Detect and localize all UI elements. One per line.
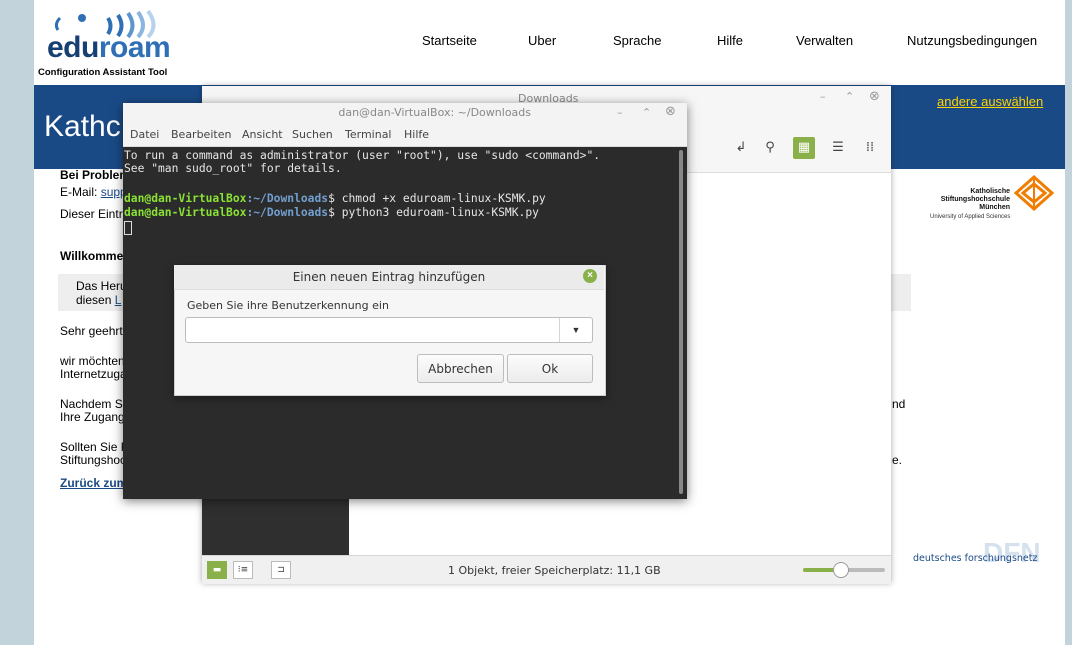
terminal-line-2: See "man sudo_root" for details. (124, 162, 342, 175)
prompt-user: dan@dan-VirtualBox (124, 206, 247, 219)
salutation: Sehr geehrt (60, 324, 123, 338)
email-row: E-Mail: supp (60, 186, 127, 199)
eduroam-logo[interactable]: eduroam (47, 31, 171, 65)
username-input[interactable] (188, 320, 562, 342)
cat-subtitle: Configuration Assistant Tool (38, 67, 168, 78)
email-label: E-Mail: (60, 185, 98, 199)
terminal-cursor (124, 221, 132, 235)
zoom-slider-handle[interactable] (832, 562, 849, 578)
para-2-line-2: Ihre Zugang (60, 410, 125, 424)
terminal-maximize-icon[interactable]: ⌃ (642, 106, 651, 119)
info-text: diesen (76, 293, 112, 307)
menu-bearbeiten[interactable]: Bearbeiten (171, 128, 231, 141)
username-combobox[interactable]: ▼ (185, 317, 593, 343)
terminal-command-1: dan@dan-VirtualBox:~/Downloads$ chmod +x… (124, 192, 546, 205)
ksh-logo: Katholische Stiftungshochschule München (930, 188, 1010, 212)
menu-terminal[interactable]: Terminal (345, 128, 392, 141)
tree-icon[interactable]: ⁝≡ (233, 561, 253, 579)
info-line-1: Das Heru (76, 279, 127, 293)
places-icon[interactable]: ▬ (207, 561, 227, 579)
prompt-path: ~/Downloads (253, 206, 329, 219)
nav-hilfe[interactable]: Hilfe (717, 33, 743, 48)
logo-roam: roam (98, 31, 171, 64)
terminal-title: dan@dan-VirtualBox: ~/Downloads (338, 106, 531, 119)
entry-text: Dieser Eintr (60, 207, 123, 221)
fm-maximize-icon[interactable]: ⌃ (845, 90, 854, 103)
info-line-2: diesen L (76, 294, 121, 307)
prompt-end: $ (328, 206, 342, 219)
back-link[interactable]: Zurück zum (60, 477, 127, 490)
fm-close-icon[interactable]: ⊗ (869, 89, 880, 104)
ksh-line-3: München (979, 204, 1010, 211)
nav-uber[interactable]: Uber (528, 33, 556, 48)
status-text: 1 Objekt, freier Speicherplatz: 11,1 GB (448, 564, 661, 577)
prompt-end: $ (328, 192, 342, 205)
info-link[interactable]: L (115, 293, 122, 307)
terminal-close-icon[interactable]: ⊗ (665, 104, 676, 119)
command-text: python3 eduroam-linux-KSMK.py (341, 206, 539, 219)
hide-sidebar-icon[interactable]: ⊐ (271, 561, 291, 579)
dropdown-arrow-icon[interactable]: ▼ (559, 318, 592, 342)
dialog-title: Einen neuen Eintrag hinzufügen (292, 270, 486, 284)
nav-sprache[interactable]: Sprache (613, 33, 661, 48)
ksh-subtitle: University of Applied Sciences (930, 214, 1011, 220)
icon-view-icon[interactable]: ▦ (793, 137, 815, 159)
nav-verwalten[interactable]: Verwalten (796, 33, 853, 48)
menu-hilfe[interactable]: Hilfe (404, 128, 429, 141)
menu-suchen[interactable]: Suchen (292, 128, 333, 141)
ksh-line-1: Katholische (970, 188, 1010, 195)
logo-edu: edu (47, 31, 99, 64)
fm-minimize-icon[interactable]: – (820, 90, 826, 103)
compact-view-icon[interactable]: ⁞⁞ (859, 137, 881, 159)
para-2-tail: nd (892, 397, 906, 411)
ksh-emblem-icon (1014, 175, 1054, 211)
nav-startseite[interactable]: Startseite (422, 33, 477, 48)
list-view-icon[interactable]: ☰ (827, 137, 849, 159)
username-label: Geben Sie ihre Benutzerkennung ein (187, 299, 389, 312)
prompt-path: ~/Downloads (253, 192, 329, 205)
dialog-close-icon[interactable]: × (583, 269, 597, 283)
select-other-link[interactable]: andere auswählen (937, 94, 1043, 109)
prompt-user: dan@dan-VirtualBox (124, 192, 247, 205)
banner-title: Kathc (44, 110, 121, 143)
para-3-tail: e. (892, 453, 903, 467)
cancel-button[interactable]: Abbrechen (417, 354, 504, 383)
command-text: chmod +x eduroam-linux-KSMK.py (341, 192, 546, 205)
welcome-heading: Willkomme (60, 249, 124, 263)
terminal-scrollbar[interactable] (679, 150, 683, 494)
terminal-minimize-icon[interactable]: – (617, 106, 623, 119)
terminal-line-1: To run a command as administrator (user … (124, 149, 601, 162)
menu-ansicht[interactable]: Ansicht (242, 128, 283, 141)
nav-nutzungsbedingungen[interactable]: Nutzungsbedingungen (907, 33, 1037, 48)
open-terminal-icon[interactable]: ↲ (730, 137, 752, 159)
search-icon[interactable]: ⚲ (759, 137, 781, 159)
ksh-line-2: Stiftungshochschule (940, 196, 1010, 203)
menu-datei[interactable]: Datei (130, 128, 159, 141)
para-3-line-2: Stiftungshoc (60, 453, 127, 467)
problem-heading: Bei Problem (60, 168, 131, 182)
dfn-text: deutsches forschungsnetz (913, 553, 1038, 564)
ok-button[interactable]: Ok (507, 354, 593, 383)
para-1-line-2: Internetzuga (60, 367, 127, 381)
terminal-command-2: dan@dan-VirtualBox:~/Downloads$ python3 … (124, 206, 539, 219)
